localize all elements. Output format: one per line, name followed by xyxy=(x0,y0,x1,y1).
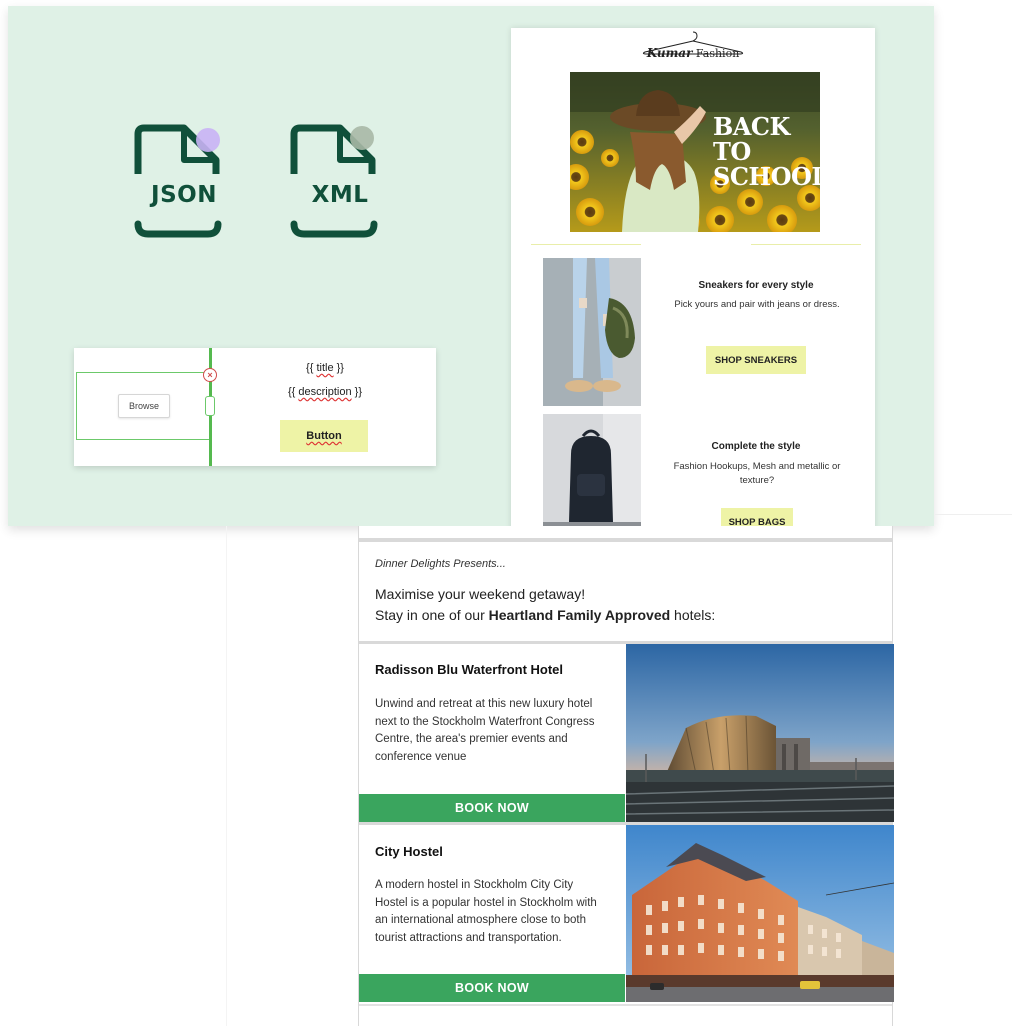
sneakers-text: Pick yours and pair with jeans or dress. xyxy=(674,299,840,310)
intro-line-2: Stay in one of our Heartland Family Appr… xyxy=(375,607,716,623)
logo-script: Kumar xyxy=(646,46,693,60)
hotel-description: A modern hostel in Stockholm City City H… xyxy=(375,879,597,944)
logo-word: Fashion xyxy=(692,47,740,60)
bags-text: Fashion Hookups, Mesh and metallic or te… xyxy=(673,461,841,486)
background-rule xyxy=(935,514,1012,515)
hotel-description: Unwind and retreat at this new luxury ho… xyxy=(375,698,595,763)
json-file-icon: JSON xyxy=(134,124,234,264)
hero-headline: BACK TO SCHOOL xyxy=(713,112,820,191)
header-strip xyxy=(359,538,892,542)
sneakers-title: Sneakers for every style xyxy=(698,280,814,291)
footer-separator xyxy=(359,1004,892,1006)
template-description-placeholder[interactable]: {{ description }} xyxy=(214,386,436,398)
resize-handle[interactable] xyxy=(205,396,215,416)
hero-panel: JSON XML Browse × {{ title }} {{ descrip… xyxy=(8,6,934,532)
browse-button[interactable]: Browse xyxy=(118,394,170,418)
template-button[interactable]: Button xyxy=(280,420,368,452)
intro-line-1: Maximise your weekend getaway! xyxy=(375,586,586,602)
hotel-name: City Hostel xyxy=(375,844,443,859)
shop-sneakers-button[interactable]: SHOP SNEAKERS xyxy=(706,346,806,374)
book-now-button[interactable]: BOOK NOW xyxy=(359,974,625,1002)
sneakers-photo xyxy=(543,258,641,406)
book-now-button[interactable]: BOOK NOW xyxy=(359,794,625,822)
hotel-email-preview: Dinner Delights Presents... Maximise you… xyxy=(358,526,894,1026)
json-label: JSON xyxy=(151,182,217,208)
back-to-school-hero-image: BACK TO SCHOOL xyxy=(570,72,820,232)
xml-file-icon: XML xyxy=(290,124,390,264)
presents-line: Dinner Delights Presents... xyxy=(375,558,506,570)
bags-title: Complete the style xyxy=(711,441,801,452)
template-title-placeholder[interactable]: {{ title }} xyxy=(214,362,436,374)
section-divider-left xyxy=(531,244,641,245)
section-divider-right xyxy=(751,244,861,245)
kumar-fashion-logo: Kumar Fashion xyxy=(511,30,875,70)
background-vertical-rule xyxy=(226,526,227,1026)
radisson-hotel-photo xyxy=(626,644,894,822)
city-hostel-photo xyxy=(626,825,894,1002)
template-editor-card: Browse × {{ title }} {{ description }} B… xyxy=(74,348,436,466)
hotel-name: Radisson Blu Waterfront Hotel xyxy=(375,662,564,677)
backpack-photo xyxy=(543,414,641,532)
fashion-email-preview: Kumar Fashion BACK TO SCHOOL Sneakers fo… xyxy=(511,28,875,532)
xml-label: XML xyxy=(311,182,369,208)
